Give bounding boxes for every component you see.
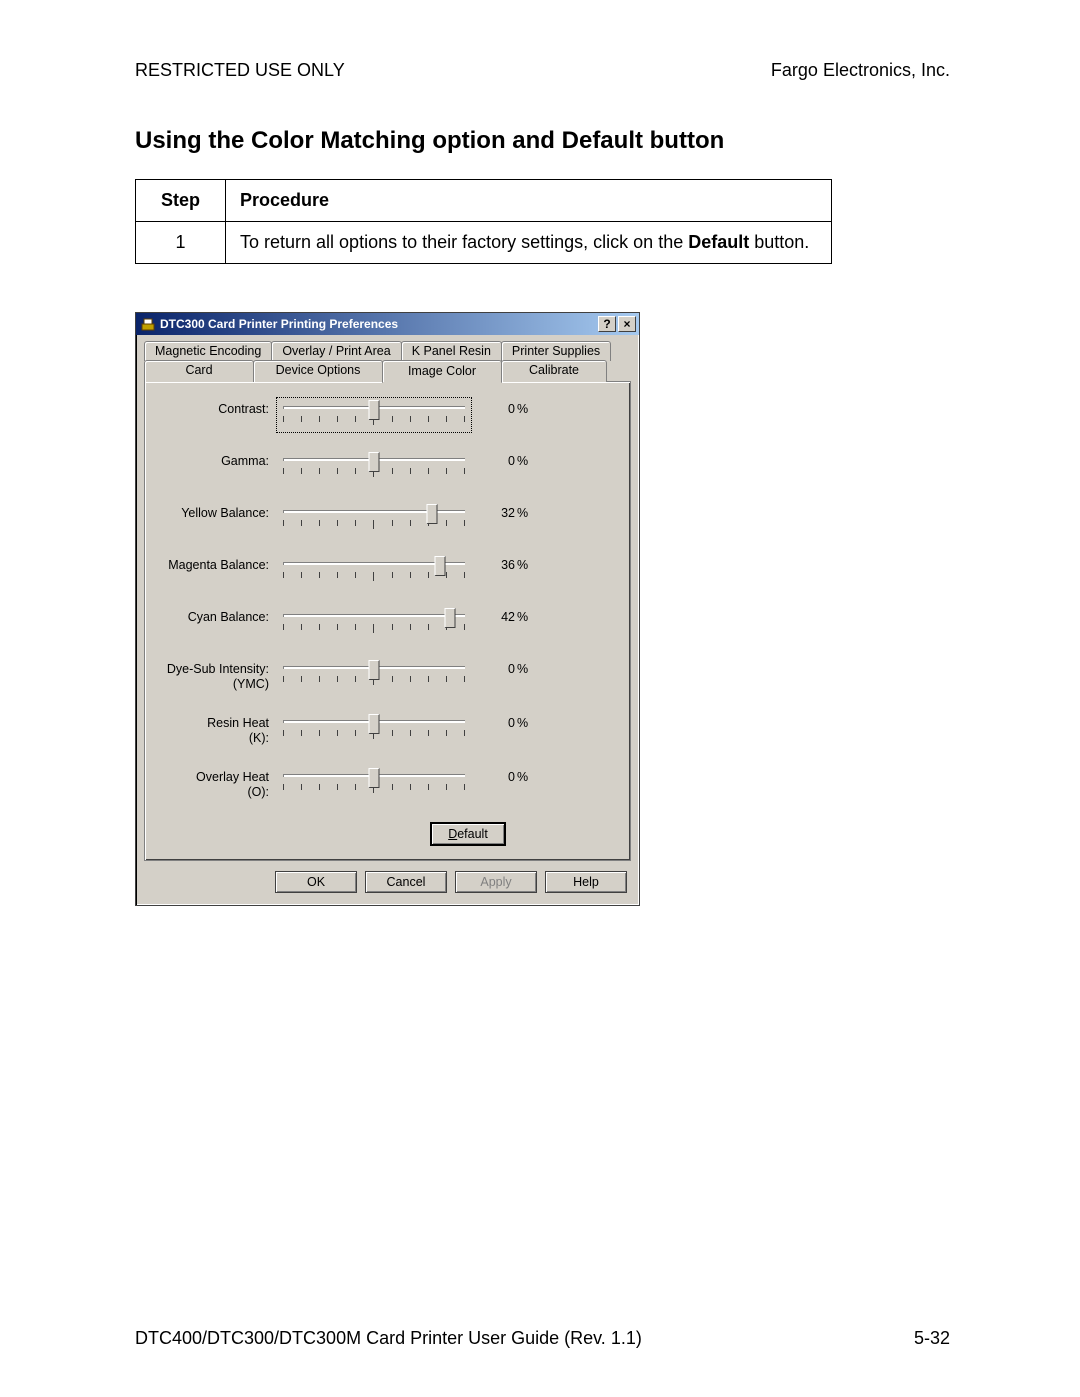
slider-label: Dye-Sub Intensity:(YMC) — [159, 660, 279, 692]
apply-button[interactable]: Apply — [455, 871, 537, 893]
dialog-titlebar[interactable]: DTC300 Card Printer Printing Preferences… — [136, 313, 639, 335]
slider-thumb[interactable] — [427, 504, 438, 524]
slider-row: Resin Heat (K): 0% — [159, 714, 616, 746]
close-icon[interactable]: × — [618, 316, 636, 332]
preferences-dialog: DTC300 Card Printer Printing Preferences… — [135, 312, 640, 906]
slider-value: 0 — [469, 400, 515, 416]
tab-overlay-print-area[interactable]: Overlay / Print Area — [271, 341, 401, 361]
cell-procedure: To return all options to their factory s… — [226, 222, 832, 264]
app-icon — [140, 316, 156, 332]
slider-thumb[interactable] — [369, 714, 380, 734]
tab-magnetic-encoding[interactable]: Magnetic Encoding — [144, 341, 272, 361]
slider-label: Cyan Balance: — [159, 608, 279, 625]
slider-thumb[interactable] — [369, 452, 380, 472]
slider-track[interactable] — [279, 768, 469, 798]
slider-value: 32 — [469, 504, 515, 520]
table-row: 1 To return all options to their factory… — [136, 222, 832, 264]
dialog-title: DTC300 Card Printer Printing Preferences — [160, 317, 596, 331]
slider-label: Contrast: — [159, 400, 279, 417]
slider-track[interactable] — [279, 504, 469, 534]
percent-label: % — [515, 768, 535, 784]
slider-row: Gamma: 0% — [159, 452, 616, 482]
slider-row: Overlay Heat (O): 0% — [159, 768, 616, 800]
slider-label: Overlay Heat (O): — [159, 768, 279, 800]
tab-device-options[interactable]: Device Options — [253, 360, 383, 382]
slider-value: 36 — [469, 556, 515, 572]
percent-label: % — [515, 400, 535, 416]
tab-k-panel-resin[interactable]: K Panel Resin — [401, 341, 502, 361]
slider-track[interactable] — [279, 608, 469, 638]
slider-thumb[interactable] — [369, 400, 380, 420]
tab-image-color[interactable]: Image Color — [382, 360, 502, 383]
help-icon[interactable]: ? — [598, 316, 616, 332]
default-button[interactable]: Default — [430, 822, 506, 846]
procedure-table: Step Procedure 1 To return all options t… — [135, 179, 832, 264]
slider-track[interactable] — [279, 714, 469, 744]
slider-row: Magenta Balance: 36% — [159, 556, 616, 586]
percent-label: % — [515, 608, 535, 624]
col-header-step: Step — [136, 180, 226, 222]
slider-thumb[interactable] — [369, 660, 380, 680]
tab-calibrate[interactable]: Calibrate — [501, 360, 607, 382]
ok-button[interactable]: OK — [275, 871, 357, 893]
slider-value: 42 — [469, 608, 515, 624]
slider-value: 0 — [469, 452, 515, 468]
col-header-procedure: Procedure — [226, 180, 832, 222]
tab-panel-image-color: Contrast:0%Gamma:0%Yellow Balance:32%Mag… — [144, 381, 631, 861]
percent-label: % — [515, 452, 535, 468]
percent-label: % — [515, 660, 535, 676]
tab-card[interactable]: Card — [144, 360, 254, 382]
slider-thumb[interactable] — [445, 608, 456, 628]
slider-label: Yellow Balance: — [159, 504, 279, 521]
help-button[interactable]: Help — [545, 871, 627, 893]
cancel-button[interactable]: Cancel — [365, 871, 447, 893]
slider-value: 0 — [469, 660, 515, 676]
page-header-right: Fargo Electronics, Inc. — [771, 60, 950, 81]
slider-track[interactable] — [279, 556, 469, 586]
cell-step: 1 — [136, 222, 226, 264]
slider-row: Contrast: 0% — [159, 400, 616, 430]
section-title: Using the Color Matching option and Defa… — [135, 127, 950, 155]
slider-track[interactable] — [279, 452, 469, 482]
slider-track[interactable] — [279, 400, 469, 430]
slider-value: 0 — [469, 768, 515, 784]
slider-value: 0 — [469, 714, 515, 730]
page-footer-left: DTC400/DTC300/DTC300M Card Printer User … — [135, 1328, 642, 1349]
slider-thumb[interactable] — [434, 556, 445, 576]
page-footer-right: 5-32 — [914, 1328, 950, 1349]
percent-label: % — [515, 504, 535, 520]
slider-label: Resin Heat (K): — [159, 714, 279, 746]
slider-label: Magenta Balance: — [159, 556, 279, 573]
percent-label: % — [515, 714, 535, 730]
tab-printer-supplies[interactable]: Printer Supplies — [501, 341, 611, 361]
slider-row: Cyan Balance: 42% — [159, 608, 616, 638]
slider-row: Yellow Balance: 32% — [159, 504, 616, 534]
slider-track[interactable] — [279, 660, 469, 690]
page-header-left: RESTRICTED USE ONLY — [135, 60, 345, 81]
slider-row: Dye-Sub Intensity:(YMC) 0% — [159, 660, 616, 692]
slider-label: Gamma: — [159, 452, 279, 469]
percent-label: % — [515, 556, 535, 572]
tab-row-back: Magnetic Encoding Overlay / Print Area K… — [144, 341, 631, 361]
tab-row-front: Card Device Options Image Color Calibrat… — [144, 360, 631, 382]
slider-thumb[interactable] — [369, 768, 380, 788]
